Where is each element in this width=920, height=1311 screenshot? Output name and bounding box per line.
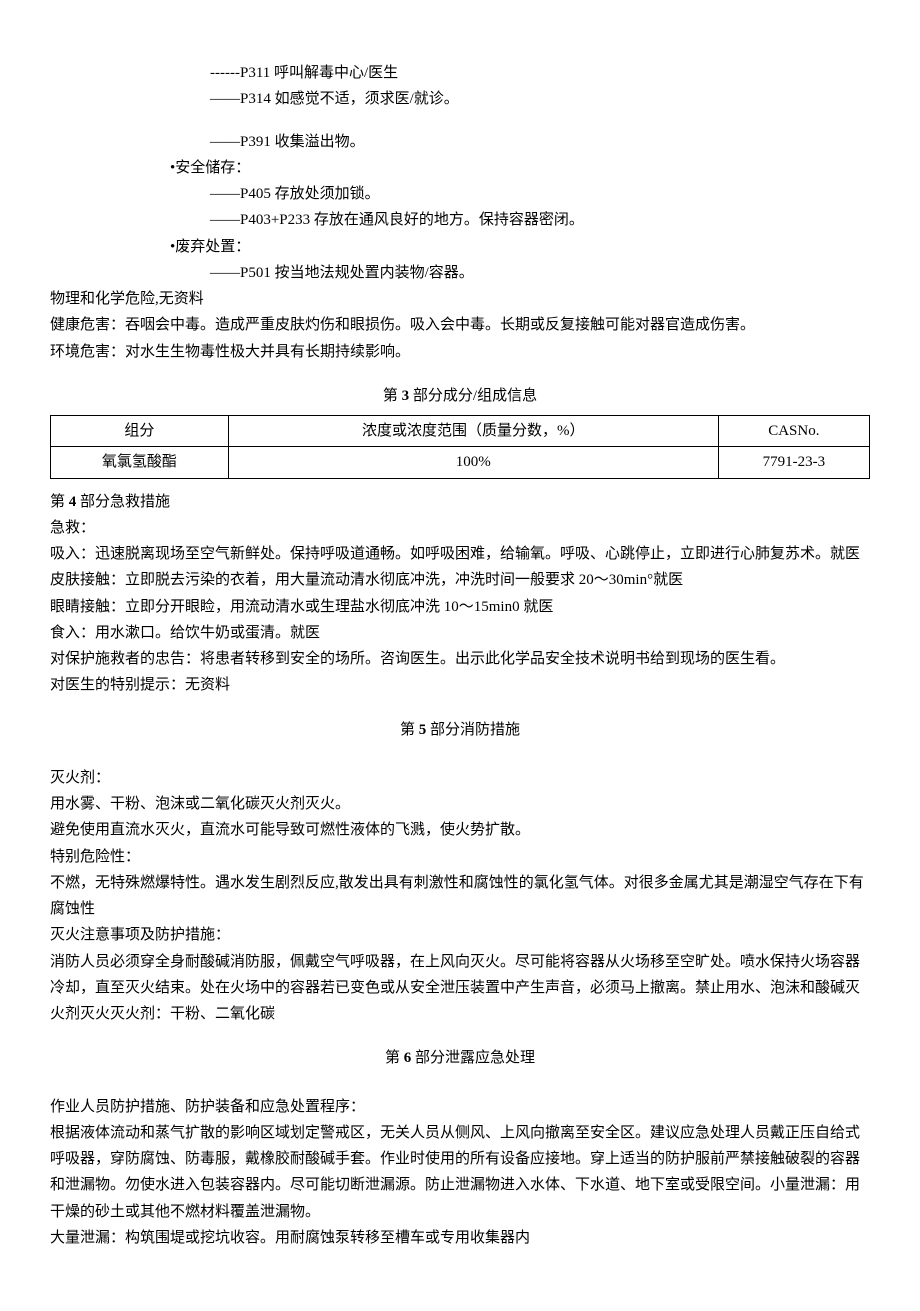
section6-title: 第 6 部分泄露应急处理	[50, 1045, 870, 1071]
section6-prefix: 第	[385, 1050, 404, 1066]
col-component: 组分	[51, 416, 229, 447]
extinguisher-use: 用水雾、干粉、泡沫或二氧化碳灭火剂灭火。	[50, 791, 870, 817]
storage-header: •安全储存：	[50, 155, 870, 181]
procedure-text: 根据液体流动和蒸气扩散的影响区域划定警戒区，无关人员从侧风、上风向撤离至安全区。…	[50, 1120, 870, 1225]
first-aid-inhalation: 吸入：迅速脱离现场至空气新鲜处。保持呼吸道通畅。如呼吸困难，给输氧。呼吸、心跳停…	[50, 541, 870, 567]
section3-title: 第 3 部分成分/组成信息	[50, 383, 870, 409]
cell-component: 氧氯氢酸酯	[51, 447, 229, 478]
section5-title: 第 5 部分消防措施	[50, 717, 870, 743]
composition-table: 组分 浓度或浓度范围（质量分数，%） CASNo. 氧氯氢酸酯 100% 779…	[50, 415, 870, 479]
special-hazard-label: 特别危险性：	[50, 844, 870, 870]
section5-suffix: 部分消防措施	[426, 722, 520, 738]
precaution-p403-233: ——P403+P233 存放在通风良好的地方。保持容器密闭。	[50, 207, 870, 233]
section4-title: 第 4 部分急救措施	[50, 489, 870, 515]
procedure-label: 作业人员防护措施、防护装备和应急处置程序：	[50, 1094, 870, 1120]
cell-cas: 7791-23-3	[718, 447, 869, 478]
first-aid-skin: 皮肤接触：立即脱去污染的衣着，用大量流动清水彻底冲洗，冲洗时间一般要求 20～3…	[50, 567, 870, 593]
first-aid-label: 急救：	[50, 515, 870, 541]
precaution-p501: ——P501 按当地法规处置内装物/容器。	[50, 260, 870, 286]
special-hazard-text: 不燃，无特殊燃爆特性。遇水发生剧烈反应,散发出具有刺激性和腐蚀性的氯化氢气体。对…	[50, 870, 870, 923]
table-row: 氧氯氢酸酯 100% 7791-23-3	[51, 447, 870, 478]
table-header-row: 组分 浓度或浓度范围（质量分数，%） CASNo.	[51, 416, 870, 447]
extinguisher-avoid: 避免使用直流水灭火，直流水可能导致可燃性液体的飞溅，使火势扩散。	[50, 817, 870, 843]
col-cas: CASNo.	[718, 416, 869, 447]
disposal-header: •废弃处置：	[50, 234, 870, 260]
fire-notes-label: 灭火注意事项及防护措施：	[50, 922, 870, 948]
section4-suffix: 部分急救措施	[76, 494, 170, 510]
extinguisher-label: 灭火剂：	[50, 765, 870, 791]
precaution-p311: ------P311 呼叫解毒中心/医生	[50, 60, 870, 86]
first-aid-eye: 眼睛接触：立即分开眼睑，用流动清水或生理盐水彻底冲洗 10～15min0 就医	[50, 594, 870, 620]
cell-concentration: 100%	[228, 447, 718, 478]
first-aid-doctor: 对医生的特别提示：无资料	[50, 672, 870, 698]
large-spill-text: 大量泄漏：构筑围堤或挖坑收容。用耐腐蚀泵转移至槽车或专用收集器内	[50, 1225, 870, 1251]
precaution-p314: ——P314 如感觉不适，须求医/就诊。	[50, 86, 870, 112]
section3-suffix: 部分成分/组成信息	[409, 388, 537, 404]
hazard-health: 健康危害：吞咽会中毒。造成严重皮肤灼伤和眼损伤。吸入会中毒。长期或反复接触可能对…	[50, 312, 870, 338]
first-aid-rescuer: 对保护施救者的忠告：将患者转移到安全的场所。咨询医生。出示此化学品安全技术说明书…	[50, 646, 870, 672]
hazard-phys-chem: 物理和化学危险,无资料	[50, 286, 870, 312]
precaution-p405: ——P405 存放处须加锁。	[50, 181, 870, 207]
fire-notes-text: 消防人员必须穿全身耐酸碱消防服，佩戴空气呼吸器，在上风向灭火。尽可能将容器从火场…	[50, 949, 870, 1028]
section6-suffix: 部分泄露应急处理	[411, 1050, 535, 1066]
hazard-env: 环境危害：对水生生物毒性极大并具有长期持续影响。	[50, 339, 870, 365]
first-aid-ingestion: 食入：用水漱口。给饮牛奶或蛋清。就医	[50, 620, 870, 646]
section4-prefix: 第	[50, 494, 69, 510]
section5-prefix: 第	[400, 722, 419, 738]
precaution-p391: ——P391 收集溢出物。	[50, 129, 870, 155]
section3-prefix: 第	[383, 388, 402, 404]
col-concentration: 浓度或浓度范围（质量分数，%）	[228, 416, 718, 447]
